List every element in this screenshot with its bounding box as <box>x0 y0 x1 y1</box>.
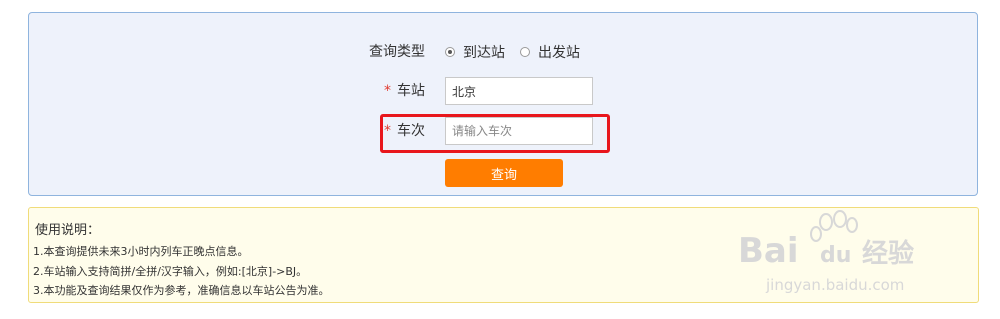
paw-icon <box>810 210 858 242</box>
radio-option-arrival[interactable]: 到达站 <box>445 42 505 62</box>
departure-radio-label: 出发站 <box>538 45 580 61</box>
required-star: * <box>384 83 391 99</box>
station-label-text: 车站 <box>397 83 425 99</box>
arrival-radio-label: 到达站 <box>463 45 505 61</box>
departure-radio[interactable] <box>520 47 530 57</box>
radio-option-departure[interactable]: 出发站 <box>520 42 580 62</box>
query-type-row: 查询类型 到达站 出发站 <box>29 38 977 66</box>
station-row: * 车站 <box>29 77 977 105</box>
help-line: 1.本查询提供未来3小时内列车正晚点信息。 <box>33 245 249 258</box>
watermark-url: jingyan.baidu.com <box>765 276 904 294</box>
watermark-brand: Bai <box>738 231 799 271</box>
station-input[interactable] <box>445 77 593 105</box>
query-type-radio-group: 到达站 出发站 <box>445 38 595 66</box>
help-line: 2.车站输入支持简拼/全拼/汉字输入，例如:[北京]->BJ。 <box>33 265 308 278</box>
watermark-brand-du: du <box>820 243 851 268</box>
query-button[interactable]: 查询 <box>445 159 563 187</box>
arrival-radio[interactable] <box>445 47 455 57</box>
station-label: * 车站 <box>384 77 425 105</box>
baidu-jingyan-watermark: Bai du 经验 jingyan.baidu.com <box>738 210 914 294</box>
watermark-brand-cn: 经验 <box>862 238 914 269</box>
query-type-label: 查询类型 <box>369 44 425 60</box>
query-panel: 查询类型 到达站 出发站 *车站 *车次 查询 <box>28 12 978 196</box>
help-title: 使用说明： <box>35 223 101 238</box>
help-line: 3.本功能及查询结果仅作为参考，准确信息以车站公告为准。 <box>33 284 330 297</box>
highlight-annotation-box <box>380 114 610 153</box>
